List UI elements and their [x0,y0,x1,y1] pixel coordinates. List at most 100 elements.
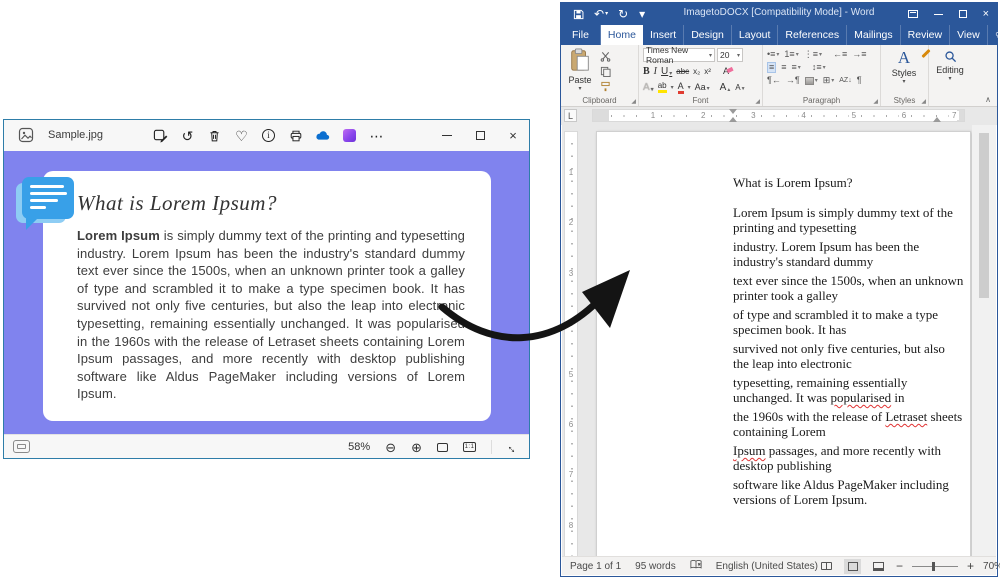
minimize-icon[interactable] [441,130,453,142]
right-indent-marker[interactable] [933,117,941,122]
strikethrough-button[interactable]: abc [676,68,689,76]
shrink-font-button[interactable]: A▼ [735,84,745,92]
tab-references[interactable]: References [778,25,847,45]
zoom-slider[interactable] [912,566,958,567]
first-line-indent-marker[interactable] [729,109,737,114]
styles-button[interactable]: A Styles ▾ [885,48,923,85]
line-spacing-button[interactable]: ↕≡▾ [812,63,826,72]
doc-paragraph[interactable]: of type and scrambled it to make a type … [733,307,964,337]
tab-layout[interactable]: Layout [732,25,779,45]
superscript-button[interactable]: x² [704,68,711,76]
close-icon[interactable]: × [507,130,519,142]
zoom-out-button[interactable]: − [896,560,903,572]
cut-icon[interactable] [598,50,612,62]
bullets-button[interactable]: •≡▾ [767,50,779,59]
align-center-button[interactable]: ≡ [781,63,786,72]
word-zoom-level[interactable]: 70% [983,561,1000,572]
numbering-button[interactable]: 1≡▾ [784,50,798,59]
info-icon[interactable]: i [261,128,276,144]
font-name-combobox[interactable]: Times New Roman▾ [643,48,715,62]
filmstrip-toggle-icon[interactable] [13,440,30,453]
borders-button[interactable]: ⊞▾ [823,76,835,85]
zoom-slider-thumb[interactable] [932,562,935,571]
increase-indent-button[interactable]: →≡ [852,50,866,59]
rtl-direction-button[interactable]: →¶ [786,76,800,85]
text-effects-button[interactable]: A▾ [643,83,654,93]
doc-paragraph[interactable]: Ipsum passages, and more recently with d… [733,443,964,473]
rotate-icon[interactable]: ↺ [180,128,195,144]
actual-size-icon[interactable]: 1:1 [463,442,476,452]
ribbon-display-options-icon[interactable] [908,10,918,18]
hanging-indent-marker[interactable] [729,117,737,122]
photos-filename-tab[interactable]: Sample.jpg [48,129,103,141]
document-page[interactable]: What is Lorem Ipsum? Lorem Ipsum is simp… [596,131,971,557]
proofing-icon[interactable] [690,559,702,573]
font-size-combobox[interactable]: 20▾ [717,48,743,62]
print-layout-icon[interactable] [844,559,861,574]
collapse-ribbon-icon[interactable]: ∧ [985,95,991,104]
underline-button[interactable]: U▾ [661,67,672,77]
multilevel-list-button[interactable]: ⋮≡▾ [804,50,822,59]
italic-button[interactable]: I [654,67,657,77]
decrease-indent-button[interactable]: ←≡ [833,50,847,59]
subscript-button[interactable]: x₂ [693,68,700,76]
fullscreen-icon[interactable]: ↔ [507,441,519,454]
bold-button[interactable]: B [643,67,650,77]
doc-paragraph[interactable]: Lorem Ipsum is simply dummy text of the … [733,205,964,235]
zoom-out-icon[interactable]: ⊖ [385,441,396,454]
language-indicator[interactable]: English (United States) [716,561,818,572]
tab-insert[interactable]: Insert [643,25,684,45]
zoom-in-button[interactable]: + [967,560,974,572]
zoom-in-icon[interactable]: ⊕ [411,441,422,454]
print-icon[interactable] [288,128,303,144]
read-mode-icon[interactable] [818,559,835,574]
doc-paragraph[interactable]: industry. Lorem Ipsum has been the indus… [733,239,964,269]
document-text[interactable]: What is Lorem Ipsum? Lorem Ipsum is simp… [733,175,964,511]
web-layout-icon[interactable] [870,559,887,574]
text-highlight-button[interactable]: ab [658,82,667,93]
collections-icon[interactable] [342,128,357,144]
shading-button[interactable]: ▾ [805,77,818,85]
favorite-heart-icon[interactable]: ♡ [234,128,249,144]
doc-paragraph[interactable]: typesetting, remaining essentially uncha… [733,375,964,405]
page-count[interactable]: Page 1 of 1 [570,561,621,572]
clipboard-dialog-launcher[interactable]: ◢ [631,98,636,105]
delete-icon[interactable] [207,128,222,144]
align-right-button[interactable]: ≡▾ [792,63,801,72]
styles-dialog-launcher[interactable]: ◢ [921,98,926,105]
font-dialog-launcher[interactable]: ◢ [755,98,760,105]
format-painter-icon[interactable] [598,80,612,92]
paste-button[interactable]: Paste ▾ [565,48,595,92]
font-color-button[interactable]: A [678,82,684,94]
onedrive-cloud-icon[interactable] [315,128,330,144]
word-count[interactable]: 95 words [635,561,676,572]
more-options-icon[interactable]: ⋯ [369,128,384,144]
show-formatting-button[interactable]: ¶ [857,76,862,85]
tab-selector-button[interactable]: L [564,109,577,122]
minimize-icon[interactable] [934,14,943,15]
maximize-icon[interactable] [959,10,967,18]
doc-paragraph[interactable]: the 1960s with the release of Letraset s… [733,409,964,439]
tab-review[interactable]: Review [901,25,950,45]
tab-file[interactable]: File [561,25,601,45]
paragraph-dialog-launcher[interactable]: ◢ [873,98,878,105]
close-icon[interactable]: × [983,8,989,20]
doc-paragraph[interactable]: software like Aldus PageMaker including … [733,477,964,507]
tab-design[interactable]: Design [684,25,732,45]
doc-paragraph[interactable]: survived not only five centuries, but al… [733,341,964,371]
tab-view[interactable]: View [950,25,988,45]
align-left-button[interactable]: ≡ [767,62,776,73]
tab-mailings[interactable]: Mailings [847,25,901,45]
tab-tell-me[interactable]: Tell me... [988,25,1000,45]
change-case-button[interactable]: Aa▾ [695,83,710,92]
vertical-scrollbar[interactable] [972,125,996,557]
editing-button[interactable]: Editing ▾ [933,48,967,82]
doc-paragraph[interactable]: text ever since the 1500s, when an unkno… [733,273,964,303]
tab-home[interactable]: Home [601,25,643,45]
ltr-direction-button[interactable]: ¶← [767,76,781,85]
clear-formatting-button[interactable]: A [723,67,729,76]
fit-to-window-icon[interactable] [437,443,448,452]
sort-button[interactable]: AZ↓ [839,77,851,84]
maximize-icon[interactable] [474,130,486,142]
copy-icon[interactable] [598,65,612,77]
